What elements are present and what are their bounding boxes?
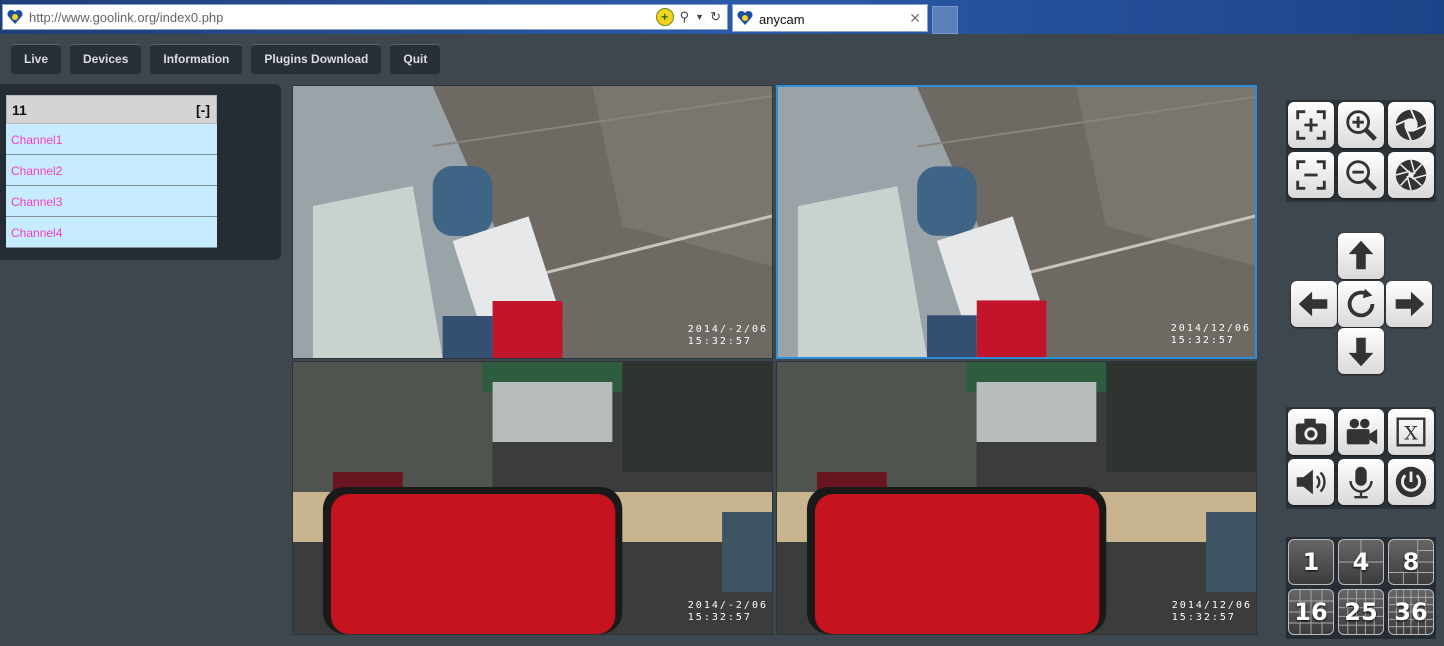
speaker-icon[interactable] — [1288, 459, 1334, 505]
channel-item[interactable]: Channel1 — [6, 124, 217, 155]
address-url[interactable]: http://www.goolink.org/index0.php — [29, 10, 223, 25]
arrow-left-icon[interactable] — [1291, 281, 1337, 327]
tab-close-icon[interactable]: ✕ — [909, 10, 921, 27]
arrow-down-icon[interactable] — [1338, 328, 1384, 374]
focus-minus-icon[interactable] — [1288, 152, 1334, 198]
layout-36-label: 36 — [1394, 598, 1428, 626]
zoom-out-icon[interactable] — [1338, 152, 1384, 198]
nav-live-button[interactable]: Live — [11, 44, 62, 74]
search-icon[interactable]: ⚲ — [680, 9, 690, 25]
video-cell-2[interactable]: 2014/12/06 15:32:57 — [776, 85, 1257, 359]
channel-label[interactable]: Channel4 — [6, 217, 217, 240]
main-nav: Live Devices Information Plugins Downloa… — [11, 44, 441, 74]
channel-item[interactable]: Channel4 — [6, 217, 217, 248]
refresh-page-icon[interactable]: ↻ — [710, 9, 721, 25]
video-timestamp: 2014/-2/06 15:32:57 — [687, 600, 768, 623]
svg-text:X: X — [1404, 423, 1418, 445]
video-frame — [777, 362, 1256, 634]
layout-16-label: 16 — [1294, 598, 1328, 626]
nav-quit-button[interactable]: Quit — [390, 44, 441, 74]
layout-panel: 1 4 8 16 25 36 — [1286, 537, 1436, 639]
nav-devices-button[interactable]: Devices — [70, 44, 142, 74]
layout-4-button[interactable]: 4 — [1338, 539, 1384, 585]
zoom-in-icon[interactable] — [1338, 102, 1384, 148]
video-camera-icon[interactable] — [1338, 409, 1384, 455]
address-bar[interactable]: http://www.goolink.org/index0.php + ⚲ ▼ … — [2, 4, 728, 30]
channel-item[interactable]: Channel3 — [6, 186, 217, 217]
video-cell-3[interactable]: 2014/-2/06 15:32:57 — [292, 361, 773, 635]
tab-title: anycam — [759, 12, 805, 27]
layout-36-button[interactable]: 36 — [1388, 589, 1434, 635]
arrow-up-icon[interactable] — [1338, 233, 1384, 279]
device-header[interactable]: 11 [-] — [6, 95, 217, 124]
video-cell-1[interactable]: 2014/-2/06 15:32:57 — [292, 85, 773, 359]
action-panel: X — [1286, 407, 1436, 509]
layout-25-label: 25 — [1344, 598, 1378, 626]
tab-favicon-icon — [737, 10, 753, 25]
close-x-icon[interactable]: X — [1388, 409, 1434, 455]
compat-go-icon[interactable]: + — [655, 8, 674, 26]
nav-plugins-download-button[interactable]: Plugins Download — [251, 44, 382, 74]
video-frame — [293, 86, 772, 358]
collapse-toggle[interactable]: [-] — [196, 102, 210, 118]
channel-label[interactable]: Channel2 — [6, 155, 217, 178]
site-favicon-icon — [7, 9, 23, 24]
device-panel: 11 [-] Channel1 Channel2 Channel3 Channe… — [0, 84, 281, 260]
browser-tab[interactable]: anycam ✕ — [732, 4, 928, 32]
video-grid: 2014/-2/06 15:32:57 2014/12/06 15:32:57 — [292, 85, 1260, 635]
microphone-icon[interactable] — [1338, 459, 1384, 505]
camera-icon[interactable] — [1288, 409, 1334, 455]
focus-plus-icon[interactable] — [1288, 102, 1334, 148]
channel-label[interactable]: Channel1 — [6, 124, 217, 147]
video-timestamp: 2014/12/06 15:32:57 — [1171, 600, 1252, 623]
refresh-icon[interactable] — [1338, 281, 1384, 327]
dropdown-icon[interactable]: ▼ — [695, 12, 704, 22]
video-frame — [778, 87, 1255, 357]
iris-open-icon[interactable] — [1388, 102, 1434, 148]
layout-8-label: 8 — [1402, 548, 1420, 576]
layout-16-button[interactable]: 16 — [1288, 589, 1334, 635]
zoom-focus-panel — [1286, 100, 1436, 202]
iris-close-icon[interactable] — [1388, 152, 1434, 198]
video-cell-4[interactable]: 2014/12/06 15:32:57 — [776, 361, 1257, 635]
video-timestamp: 2014/12/06 15:32:57 — [1170, 323, 1251, 346]
new-tab-button[interactable] — [932, 6, 958, 34]
layout-1-label: 1 — [1302, 548, 1320, 576]
channel-label[interactable]: Channel3 — [6, 186, 217, 209]
device-tree: 11 [-] Channel1 Channel2 Channel3 Channe… — [6, 95, 217, 248]
layout-25-button[interactable]: 25 — [1338, 589, 1384, 635]
layout-8-button[interactable]: 8 — [1388, 539, 1434, 585]
power-icon[interactable] — [1388, 459, 1434, 505]
nav-information-button[interactable]: Information — [150, 44, 243, 74]
device-name: 11 — [12, 102, 27, 118]
browser-chrome: http://www.goolink.org/index0.php + ⚲ ▼ … — [0, 0, 1444, 34]
layout-4-label: 4 — [1352, 548, 1370, 576]
video-frame — [293, 362, 772, 634]
video-timestamp: 2014/-2/06 15:32:57 — [687, 324, 768, 347]
layout-1-button[interactable]: 1 — [1288, 539, 1334, 585]
channel-item[interactable]: Channel2 — [6, 155, 217, 186]
arrow-right-icon[interactable] — [1386, 281, 1432, 327]
